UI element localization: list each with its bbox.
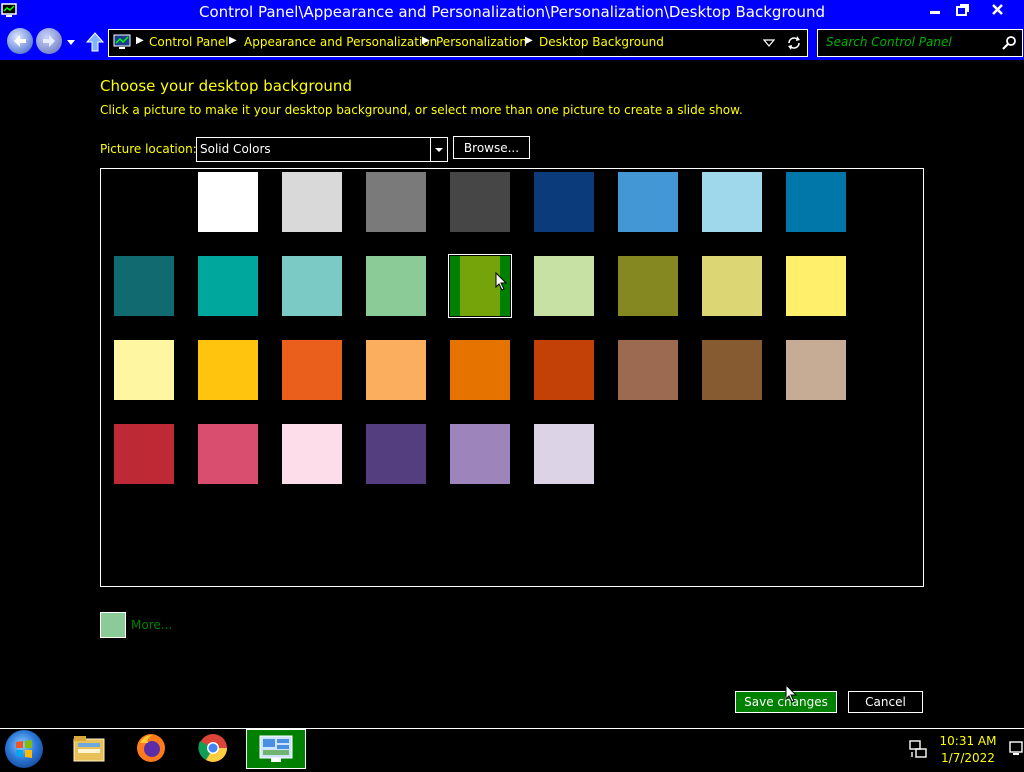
- picture-location-dropdown[interactable]: Solid Colors: [196, 137, 448, 162]
- color-swatch[interactable]: [618, 172, 678, 232]
- background-picture-grid: [100, 168, 924, 587]
- picture-location-label: Picture location:: [100, 142, 197, 156]
- network-icon[interactable]: [908, 739, 928, 759]
- more-colors-link[interactable]: More...: [131, 618, 172, 632]
- show-desktop-icon[interactable]: [1008, 739, 1024, 757]
- more-colors-swatch[interactable]: [100, 612, 126, 638]
- color-swatch[interactable]: [534, 256, 594, 316]
- selection-highlight: [450, 256, 460, 316]
- back-button[interactable]: [7, 28, 33, 54]
- color-swatch[interactable]: [366, 424, 426, 484]
- breadcrumb-control-panel[interactable]: Control Panel: [149, 35, 229, 49]
- windows-logo-icon: [16, 740, 32, 758]
- chevron-down-icon: [435, 148, 443, 152]
- color-swatch[interactable]: [282, 256, 342, 316]
- cancel-button[interactable]: Cancel: [848, 691, 923, 713]
- refresh-icon[interactable]: [785, 34, 803, 52]
- address-history-dropdown-icon[interactable]: [763, 38, 775, 48]
- control-panel-icon: [113, 34, 131, 49]
- restore-icon[interactable]: [948, 0, 976, 22]
- breadcrumb-separator-icon[interactable]: ▶: [422, 35, 430, 46]
- breadcrumb-desktop-background[interactable]: Desktop Background: [539, 35, 664, 49]
- up-arrow-icon[interactable]: [86, 31, 104, 53]
- breadcrumb-appearance-and-personalization[interactable]: Appearance and Personalization: [244, 35, 437, 49]
- address-bar[interactable]: ▶ Control Panel ▶ Appearance and Persona…: [108, 29, 808, 57]
- start-button[interactable]: [5, 730, 43, 768]
- taskbar-control-panel-button[interactable]: [246, 729, 306, 769]
- color-swatch[interactable]: [282, 424, 342, 484]
- search-placeholder: Search Control Panel: [826, 35, 952, 49]
- color-swatch[interactable]: [366, 172, 426, 232]
- firefox-icon[interactable]: [134, 731, 168, 765]
- forward-button[interactable]: [36, 28, 62, 54]
- color-swatch[interactable]: [198, 256, 258, 316]
- selected-color-swatch[interactable]: [448, 254, 512, 318]
- color-swatch[interactable]: [702, 340, 762, 400]
- minimize-icon[interactable]: [921, 0, 949, 22]
- chrome-icon[interactable]: [196, 731, 230, 765]
- search-input[interactable]: Search Control Panel: [817, 29, 1023, 57]
- back-arrow-icon: [14, 35, 26, 47]
- forward-arrow-icon: [43, 35, 55, 47]
- picture-location-value: Solid Colors: [200, 142, 271, 156]
- window-title: Control Panel\Appearance and Personaliza…: [198, 3, 825, 21]
- color-swatch[interactable]: [618, 340, 678, 400]
- mouse-cursor-icon: [495, 272, 508, 291]
- color-swatch[interactable]: [114, 256, 174, 316]
- browse-button[interactable]: Browse...: [453, 136, 530, 159]
- page-title: Choose your desktop background: [100, 77, 352, 95]
- close-icon[interactable]: [982, 0, 1014, 22]
- file-explorer-icon[interactable]: [72, 731, 106, 765]
- color-swatch[interactable]: [198, 424, 258, 484]
- color-swatch[interactable]: [282, 172, 342, 232]
- color-swatch[interactable]: [114, 172, 174, 232]
- color-swatch[interactable]: [534, 172, 594, 232]
- search-icon[interactable]: [1001, 35, 1017, 51]
- dropdown-button[interactable]: [430, 138, 447, 161]
- control-panel-taskbar-icon: [259, 735, 293, 762]
- color-swatch[interactable]: [618, 256, 678, 316]
- color-swatch[interactable]: [786, 172, 846, 232]
- breadcrumb-personalization[interactable]: Personalization: [436, 35, 527, 49]
- color-swatch[interactable]: [450, 340, 510, 400]
- breadcrumb-separator-icon[interactable]: ▶: [229, 35, 237, 46]
- navigation-bar: ▶ Control Panel ▶ Appearance and Persona…: [0, 24, 1024, 60]
- color-swatch[interactable]: [702, 256, 762, 316]
- clock-time[interactable]: 10:31 AM: [930, 734, 1006, 748]
- color-swatch[interactable]: [114, 424, 174, 484]
- color-swatch[interactable]: [450, 172, 510, 232]
- page-instructions: Click a picture to make it your desktop …: [100, 103, 743, 117]
- color-swatch[interactable]: [282, 340, 342, 400]
- color-swatch[interactable]: [114, 340, 174, 400]
- taskbar: 10:31 AM 1/7/2022: [0, 728, 1024, 769]
- color-swatch[interactable]: [786, 340, 846, 400]
- breadcrumb-separator-icon[interactable]: ▶: [525, 35, 533, 46]
- color-swatch[interactable]: [198, 340, 258, 400]
- color-swatch[interactable]: [450, 424, 510, 484]
- mouse-cursor-icon: [785, 684, 798, 703]
- title-bar: Control Panel\Appearance and Personaliza…: [0, 0, 1024, 24]
- color-swatch[interactable]: [366, 256, 426, 316]
- recent-pages-dropdown-icon[interactable]: [66, 37, 76, 47]
- clock-date[interactable]: 1/7/2022: [930, 751, 1006, 765]
- color-swatch[interactable]: [198, 172, 258, 232]
- color-swatch[interactable]: [534, 424, 594, 484]
- color-swatch[interactable]: [366, 340, 426, 400]
- breadcrumb-separator-icon[interactable]: ▶: [136, 35, 144, 46]
- color-swatch[interactable]: [786, 256, 846, 316]
- color-swatch[interactable]: [702, 172, 762, 232]
- color-swatch[interactable]: [534, 340, 594, 400]
